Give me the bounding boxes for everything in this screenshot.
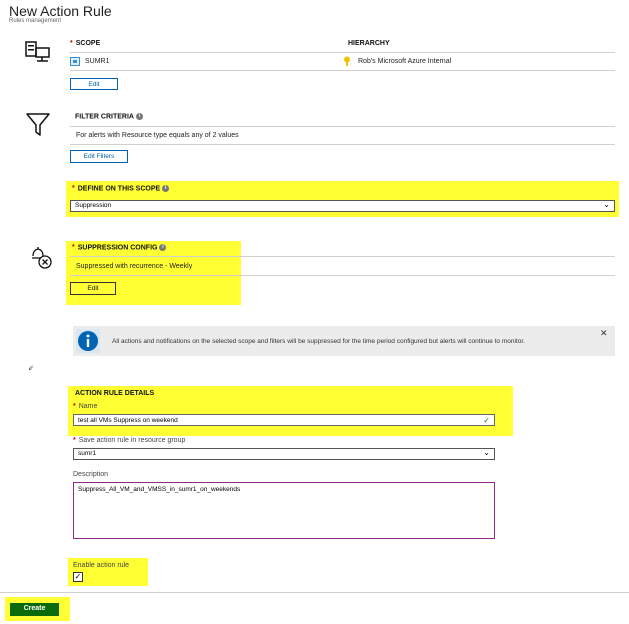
hierarchy-value: Rob's Microsoft Azure Internal bbox=[358, 58, 452, 65]
info-icon[interactable]: i bbox=[162, 185, 170, 192]
edit-suppression-button[interactable]: Edit bbox=[70, 282, 116, 295]
create-button[interactable]: Create bbox=[10, 603, 59, 616]
name-input-value: test all VMs Suppress on weekend bbox=[78, 417, 178, 424]
valid-check-icon: ✓ bbox=[483, 416, 490, 425]
name-label: * Name bbox=[73, 403, 98, 410]
info-circle-icon bbox=[76, 329, 100, 353]
description-textarea[interactable]: Suppress_All_VM_and_VMSS_in_sumr1_on_wee… bbox=[73, 482, 495, 539]
resource-group-icon bbox=[70, 57, 80, 66]
edit-scope-button[interactable]: Edit bbox=[70, 78, 118, 90]
name-input[interactable]: test all VMs Suppress on weekend ✓ bbox=[73, 414, 495, 426]
description-label: Description bbox=[73, 471, 109, 478]
mute-bell-icon bbox=[32, 247, 52, 269]
filter-criteria-text: For alerts with Resource type equals any… bbox=[76, 132, 239, 139]
edit-filters-button[interactable]: Edit Filters bbox=[70, 150, 128, 163]
resource-group-label: * Save action rule in resource group bbox=[73, 437, 186, 444]
scope-resource-name: SUMR1 bbox=[85, 58, 110, 65]
chevron-down-icon: ⌄ bbox=[603, 200, 610, 209]
scope-label: * SCOPE bbox=[70, 40, 101, 47]
enable-action-rule-label: Enable action rule bbox=[73, 562, 130, 569]
define-scope-label: * DEFINE ON THIS SCOPE i bbox=[72, 185, 170, 192]
chevron-down-icon: ⌄ bbox=[483, 448, 490, 457]
action-rule-details-label: ACTION RULE DETAILS bbox=[75, 390, 155, 397]
close-icon[interactable]: ✕ bbox=[600, 328, 608, 339]
computer-network-icon bbox=[25, 41, 50, 62]
info-banner: All actions and notifications on the sel… bbox=[73, 326, 615, 356]
info-icon[interactable]: i bbox=[159, 244, 167, 251]
suppression-config-text: Suppressed with recurrence - Weekly bbox=[76, 263, 193, 270]
define-scope-select[interactable]: Suppression ⌄ bbox=[70, 200, 615, 212]
cursor-icon: ⇙ bbox=[28, 365, 34, 372]
key-icon bbox=[344, 56, 350, 66]
page-title: New Action Rule bbox=[9, 3, 112, 19]
filter-criteria-label: FILTER CRITERIA i bbox=[75, 113, 143, 120]
page-subtitle: Rules management bbox=[9, 18, 62, 24]
enable-action-rule-checkbox[interactable]: ✓ bbox=[73, 572, 83, 582]
filter-icon bbox=[26, 113, 50, 136]
suppression-config-label: * SUPPRESSION CONFIG i bbox=[72, 244, 167, 251]
resource-group-select[interactable]: sumr1 ⌄ bbox=[73, 448, 495, 460]
info-icon[interactable]: i bbox=[135, 113, 143, 120]
info-banner-text: All actions and notifications on the sel… bbox=[112, 338, 525, 345]
hierarchy-label: HIERARCHY bbox=[348, 40, 390, 47]
resource-group-selected: sumr1 bbox=[78, 450, 97, 457]
define-scope-selected: Suppression bbox=[75, 202, 112, 209]
